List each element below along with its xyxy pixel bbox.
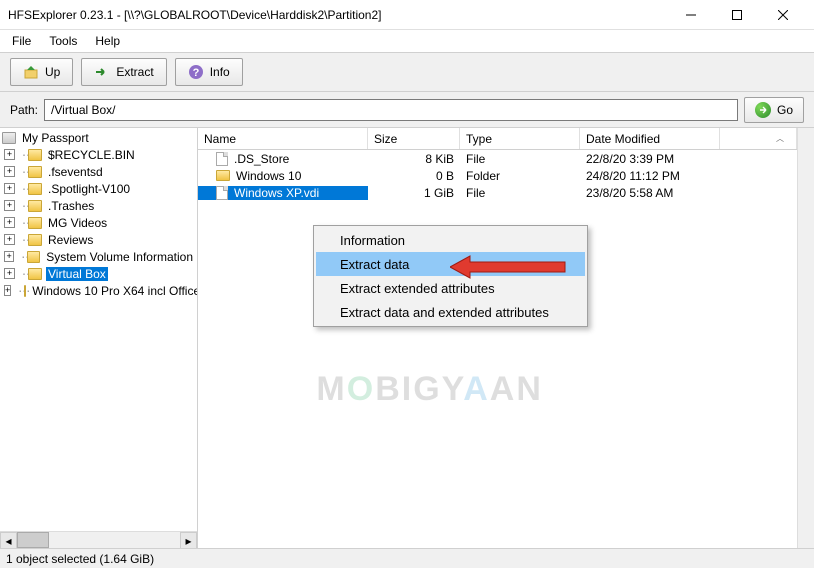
col-size[interactable]: Size (368, 128, 460, 149)
svg-text:?: ? (192, 67, 199, 79)
main-split: My Passport+⋯$RECYCLE.BIN+⋯.fseventsd+⋯.… (0, 128, 814, 548)
extract-icon (94, 64, 110, 80)
tree-item[interactable]: +⋯MG Videos (0, 214, 197, 231)
folder-icon (28, 200, 42, 212)
tree-root[interactable]: My Passport (0, 129, 197, 146)
list-row[interactable]: Windows XP.vdi1 GiBFile23/8/20 5:58 AM (198, 184, 797, 201)
go-label: Go (777, 103, 793, 117)
expander-icon[interactable]: + (4, 285, 11, 296)
extract-label: Extract (116, 65, 153, 79)
up-button[interactable]: Up (10, 58, 73, 86)
pathbar: Path: Go (0, 92, 814, 128)
file-icon (216, 186, 228, 200)
tree-hscrollbar[interactable]: ◂ ▸ (0, 531, 197, 548)
go-button[interactable]: Go (744, 97, 804, 123)
expander-icon[interactable]: + (4, 268, 15, 279)
expander-icon[interactable]: + (4, 234, 15, 245)
tree-item[interactable]: +⋯Windows 10 Pro X64 incl Office 2019 (0, 282, 197, 299)
drive-icon (2, 132, 16, 144)
toolbar: Up Extract ? Info (0, 52, 814, 92)
path-label: Path: (10, 103, 38, 117)
menubar: File Tools Help (0, 30, 814, 52)
col-name[interactable]: Name (198, 128, 368, 149)
tree-item[interactable]: +⋯.fseventsd (0, 163, 197, 180)
folder-icon (28, 217, 42, 229)
window-title: HFSExplorer 0.23.1 - [\\?\GLOBALROOT\Dev… (8, 8, 668, 22)
list-header: Name Size Type Date Modified ︿ (198, 128, 797, 150)
titlebar: HFSExplorer 0.23.1 - [\\?\GLOBALROOT\Dev… (0, 0, 814, 30)
expander-icon[interactable]: + (4, 149, 15, 160)
list-panel: Name Size Type Date Modified ︿ .DS_Store… (198, 128, 797, 548)
folder-icon (216, 170, 230, 181)
expander-icon[interactable]: + (4, 251, 14, 262)
context-menu-item[interactable]: Information (316, 228, 585, 252)
menu-tools[interactable]: Tools (41, 32, 85, 50)
col-type[interactable]: Type (460, 128, 580, 149)
extract-button[interactable]: Extract (81, 58, 166, 86)
info-label: Info (210, 65, 230, 79)
path-input[interactable] (44, 99, 738, 121)
context-menu: InformationExtract dataExtract extended … (313, 225, 588, 327)
up-label: Up (45, 65, 60, 79)
col-date[interactable]: Date Modified (580, 128, 720, 149)
folder-icon (28, 149, 42, 161)
folder-icon (28, 234, 42, 246)
close-button[interactable] (760, 0, 806, 30)
tree-item[interactable]: +⋯.Spotlight-V100 (0, 180, 197, 197)
tree-item[interactable]: +⋯Virtual Box (0, 265, 197, 282)
list-row[interactable]: Windows 100 BFolder24/8/20 11:12 PM (198, 167, 797, 184)
maximize-button[interactable] (714, 0, 760, 30)
tree-item[interactable]: +⋯.Trashes (0, 197, 197, 214)
scroll-right-arrow[interactable]: ▸ (180, 532, 197, 548)
info-button[interactable]: ? Info (175, 58, 243, 86)
context-menu-item[interactable]: Extract extended attributes (316, 276, 585, 300)
file-icon (216, 152, 228, 166)
folder-icon (24, 285, 26, 297)
scroll-thumb[interactable] (17, 532, 49, 548)
menu-help[interactable]: Help (87, 32, 128, 50)
window-controls (668, 0, 806, 30)
tree-panel: My Passport+⋯$RECYCLE.BIN+⋯.fseventsd+⋯.… (0, 128, 198, 548)
statusbar: 1 object selected (1.64 GiB) (0, 548, 814, 568)
expander-icon[interactable]: + (4, 183, 15, 194)
folder-icon (28, 183, 42, 195)
expander-icon[interactable]: + (4, 217, 15, 228)
expander-icon[interactable]: + (4, 200, 15, 211)
tree-item[interactable]: +⋯$RECYCLE.BIN (0, 146, 197, 163)
menu-file[interactable]: File (4, 32, 39, 50)
up-icon (23, 64, 39, 80)
context-menu-item[interactable]: Extract data (316, 252, 585, 276)
tree-item[interactable]: +⋯Reviews (0, 231, 197, 248)
folder-icon (27, 251, 40, 263)
list-vscrollbar[interactable] (797, 128, 814, 548)
info-icon: ? (188, 64, 204, 80)
context-menu-item[interactable]: Extract data and extended attributes (316, 300, 585, 324)
scroll-left-arrow[interactable]: ◂ (0, 532, 17, 548)
list-row[interactable]: .DS_Store8 KiBFile22/8/20 3:39 PM (198, 150, 797, 167)
list-body[interactable]: .DS_Store8 KiBFile22/8/20 3:39 PMWindows… (198, 150, 797, 548)
minimize-button[interactable] (668, 0, 714, 30)
folder-icon (28, 166, 42, 178)
go-icon (755, 102, 771, 118)
tree-item[interactable]: +⋯System Volume Information (0, 248, 197, 265)
sort-caret-icon: ︿ (776, 133, 784, 144)
col-sort-indicator[interactable]: ︿ (720, 128, 797, 149)
expander-icon[interactable]: + (4, 166, 15, 177)
status-text: 1 object selected (1.64 GiB) (6, 552, 154, 566)
folder-icon (28, 268, 42, 280)
